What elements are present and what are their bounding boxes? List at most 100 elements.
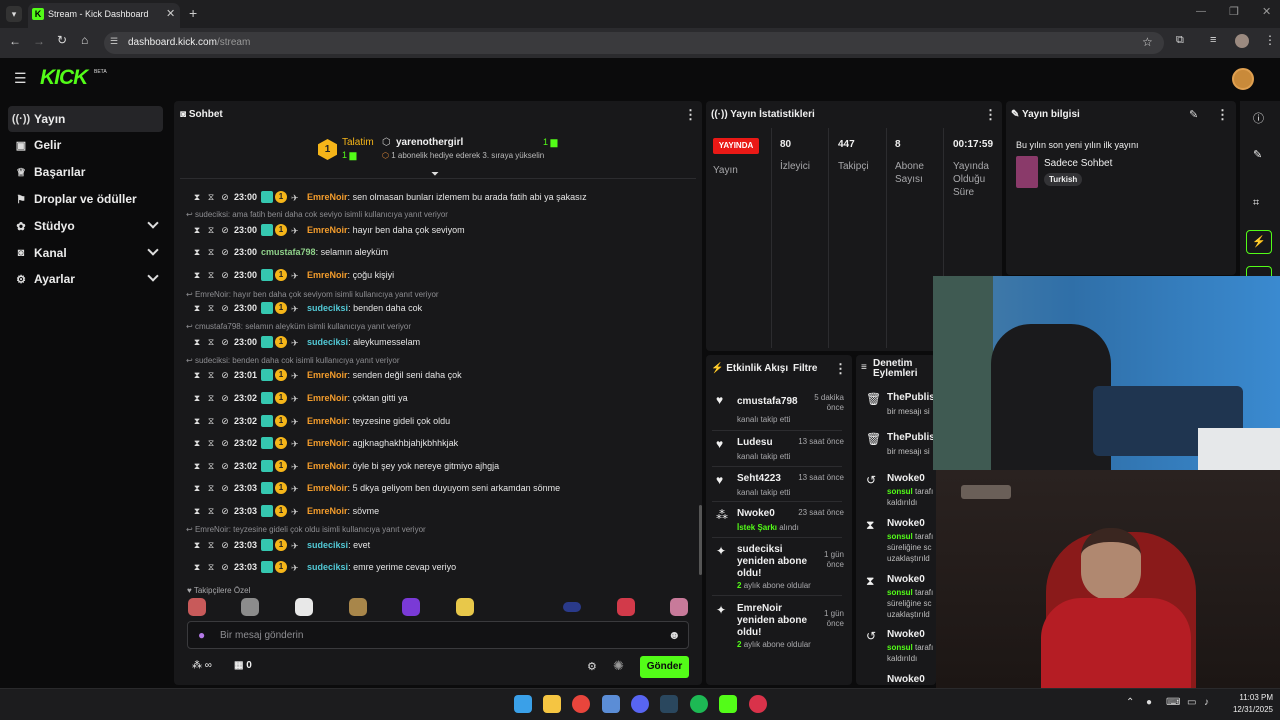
timeout-icon[interactable]: ⧖ bbox=[204, 192, 218, 203]
obs-icon[interactable] bbox=[749, 695, 767, 713]
window-maximize-icon[interactable]: ❐ bbox=[1229, 5, 1239, 18]
hourglass-icon[interactable]: ⧗ bbox=[190, 192, 204, 203]
sidebar-item-kanal[interactable]: ◙ Kanal bbox=[8, 240, 163, 266]
chat-message[interactable]: ⧗ ⧖ ⊘ 23:00 1 ✈ EmreNoir: hayır ben daha çok s… bbox=[190, 221, 465, 239]
chat-message[interactable]: ⧗ ⧖ ⊘ 23:03 1 ✈ sudeciksi: emre yerime cevap v… bbox=[190, 558, 456, 576]
timeout-icon[interactable]: ⧖ bbox=[204, 393, 218, 404]
ban-icon[interactable]: ⊘ bbox=[218, 192, 232, 203]
activity-menu-icon[interactable]: ⋮ bbox=[834, 361, 847, 377]
file-explorer-icon[interactable] bbox=[543, 695, 561, 713]
chat-message[interactable]: ⧗ ⧖ ⊘ 23:02 1 ✈ EmreNoir: teyzesine gideli çok… bbox=[190, 412, 450, 430]
chat-mod-icon[interactable]: ✺ bbox=[613, 658, 624, 674]
pinned-leaderboard[interactable]: 1 Talatim 1 ▆ ⬡ yarenothergirl 1 ▆ ⬡ 1 a… bbox=[318, 137, 563, 165]
sidebar-item-basarilar[interactable]: ♕ Başarılar bbox=[8, 159, 163, 185]
chat-reply-context[interactable]: ↩ EmreNoir: teyzesine gideli çok oldu is… bbox=[186, 525, 426, 534]
user-avatar[interactable] bbox=[1232, 68, 1254, 90]
mic-tray-icon[interactable]: ● bbox=[1146, 697, 1152, 708]
moderation-user[interactable]: Nwoke0 bbox=[887, 674, 925, 684]
ban-icon[interactable]: ⊘ bbox=[218, 438, 232, 449]
home-icon[interactable]: ⌂ bbox=[81, 33, 88, 47]
pen-icon[interactable]: ✎ bbox=[1253, 148, 1262, 161]
hourglass-icon[interactable]: ⧗ bbox=[190, 370, 204, 381]
ban-icon[interactable]: ⊘ bbox=[218, 247, 232, 258]
chat-message[interactable]: ⧗ ⧖ ⊘ 23:01 1 ✈ EmreNoir: senden değil seni da… bbox=[190, 366, 462, 384]
ban-icon[interactable]: ⊘ bbox=[218, 270, 232, 281]
hourglass-icon[interactable]: ⧗ bbox=[190, 540, 204, 551]
tab-close-icon[interactable]: ✕ bbox=[166, 7, 175, 20]
hourglass-icon[interactable]: ⧗ bbox=[190, 416, 204, 427]
chat-message[interactable]: ⧗ ⧖ ⊘ 23:02 1 ✈ EmreNoir: çoktan gitti ya bbox=[190, 389, 408, 407]
discord-icon[interactable] bbox=[631, 695, 649, 713]
sidebar-item-droplar[interactable]: ⚑ Droplar ve ödüller bbox=[8, 186, 163, 212]
reload-icon[interactable]: ↻ bbox=[57, 33, 67, 47]
chat-message[interactable]: ⧗ ⧖ ⊘ 23:03 1 ✈ EmreNoir: sövme bbox=[190, 502, 379, 520]
edit-info-icon[interactable]: ✎ bbox=[1189, 108, 1198, 121]
profile-avatar[interactable] bbox=[1235, 34, 1249, 48]
emote-9[interactable] bbox=[670, 598, 688, 616]
chat-settings-icon[interactable]: ⚙ bbox=[587, 660, 597, 673]
new-tab-button[interactable]: + bbox=[189, 5, 197, 21]
chat-message[interactable]: ⧗ ⧖ ⊘ 23:02 1 ✈ EmreNoir: öyle bi şey yok nere… bbox=[190, 457, 499, 475]
message-username[interactable]: EmreNoir bbox=[307, 461, 348, 471]
kick-app-icon[interactable] bbox=[719, 695, 737, 713]
extra-action-icon[interactable] bbox=[1246, 266, 1272, 276]
chat-message[interactable]: ⧗ ⧖ ⊘ 23:00 1 ✈ EmreNoir: sen olmasan bunları … bbox=[190, 188, 587, 206]
message-username[interactable]: EmreNoir bbox=[307, 416, 348, 426]
moderation-user[interactable]: ThePublis bbox=[887, 432, 934, 443]
chat-message[interactable]: ⧗ ⧖ ⊘ 23:02 1 ✈ EmreNoir: agjknaghakhbjahjkbhh… bbox=[190, 434, 458, 452]
stats-menu-icon[interactable]: ⋮ bbox=[984, 107, 997, 123]
timeout-icon[interactable]: ⧖ bbox=[204, 438, 218, 449]
message-username[interactable]: EmreNoir bbox=[307, 192, 348, 202]
steam-icon[interactable] bbox=[660, 695, 678, 713]
timeout-icon[interactable]: ⧖ bbox=[204, 483, 218, 494]
address-bar[interactable]: ☰ dashboard.kick.com/stream ☆ bbox=[104, 32, 1164, 54]
screenshot-icon[interactable]: ⌗ bbox=[1253, 197, 1259, 210]
message-username[interactable]: EmreNoir bbox=[307, 483, 348, 493]
activity-user[interactable]: Nwoke0 bbox=[737, 508, 775, 520]
info-icon[interactable]: ⓘ bbox=[1253, 110, 1264, 126]
chat-message[interactable]: ⧗ ⧖ ⊘ 23:03 1 ✈ sudeciksi: evet bbox=[190, 536, 370, 554]
chat-message[interactable]: ⧗ ⧖ ⊘ 23:00 1 ✈ sudeciksi: benden daha cok bbox=[190, 299, 422, 317]
message-username[interactable]: EmreNoir bbox=[307, 438, 348, 448]
start-icon[interactable] bbox=[514, 695, 532, 713]
emote-6[interactable] bbox=[456, 598, 474, 616]
sidebar-item-gelir[interactable]: ▣ Gelir bbox=[8, 132, 163, 158]
timeout-icon[interactable]: ⧖ bbox=[204, 303, 218, 314]
timeout-icon[interactable]: ⧖ bbox=[204, 370, 218, 381]
chat-message[interactable]: ⧗ ⧖ ⊘ 23:03 1 ✈ EmreNoir: 5 dkya geliyom ben d… bbox=[190, 479, 560, 497]
network-tray-icon[interactable]: ▭ bbox=[1187, 697, 1196, 708]
hourglass-icon[interactable]: ⧗ bbox=[190, 225, 204, 236]
window-minimize-icon[interactable]: — bbox=[1196, 6, 1206, 17]
moderation-user[interactable]: Nwoke0 bbox=[887, 518, 925, 529]
app-icon[interactable] bbox=[602, 695, 620, 713]
sidebar-item-studyo[interactable]: ✿ Stüdyo bbox=[8, 213, 163, 239]
moderation-user[interactable]: Nwoke0 bbox=[887, 473, 925, 484]
hamburger-menu-icon[interactable]: ☰ bbox=[14, 70, 27, 87]
emote-2[interactable] bbox=[241, 598, 259, 616]
chat-message[interactable]: ⧗ ⧖ ⊘ 23:00 1 ✈ EmreNoir: çoğu kişiyi bbox=[190, 266, 394, 284]
keyboard-tray-icon[interactable]: ⌨ bbox=[1166, 697, 1180, 708]
message-username[interactable]: cmustafa798 bbox=[261, 247, 316, 257]
chat-scrollbar[interactable] bbox=[699, 505, 702, 575]
moderation-user[interactable]: ThePublis bbox=[887, 392, 934, 403]
ban-icon[interactable]: ⊘ bbox=[218, 337, 232, 348]
activity-user[interactable]: EmreNoir yeniden abone oldu! bbox=[737, 603, 807, 639]
tab-list-button[interactable]: ▾ bbox=[6, 6, 22, 22]
hourglass-icon[interactable]: ⧗ bbox=[190, 483, 204, 494]
emote-4[interactable] bbox=[349, 598, 367, 616]
chat-reply-context[interactable]: ↩ sudeciksi: benden daha cok isimli kull… bbox=[186, 356, 399, 365]
message-username[interactable]: EmreNoir bbox=[307, 225, 348, 235]
message-username[interactable]: EmreNoir bbox=[307, 270, 348, 280]
timeout-icon[interactable]: ⧖ bbox=[204, 337, 218, 348]
chat-menu-icon[interactable]: ⋮ bbox=[684, 107, 697, 123]
hourglass-icon[interactable]: ⧗ bbox=[190, 562, 204, 573]
moderation-user[interactable]: Nwoke0 bbox=[887, 574, 925, 585]
emote-7[interactable] bbox=[563, 602, 581, 612]
hourglass-icon[interactable]: ⧗ bbox=[190, 270, 204, 281]
chrome-icon[interactable] bbox=[572, 695, 590, 713]
timeout-icon[interactable]: ⧖ bbox=[204, 540, 218, 551]
site-info-icon[interactable]: ☰ bbox=[110, 36, 118, 47]
info-menu-icon[interactable]: ⋮ bbox=[1216, 107, 1229, 123]
language-tag[interactable]: Turkish bbox=[1044, 173, 1083, 186]
forward-icon[interactable]: → bbox=[33, 34, 45, 48]
